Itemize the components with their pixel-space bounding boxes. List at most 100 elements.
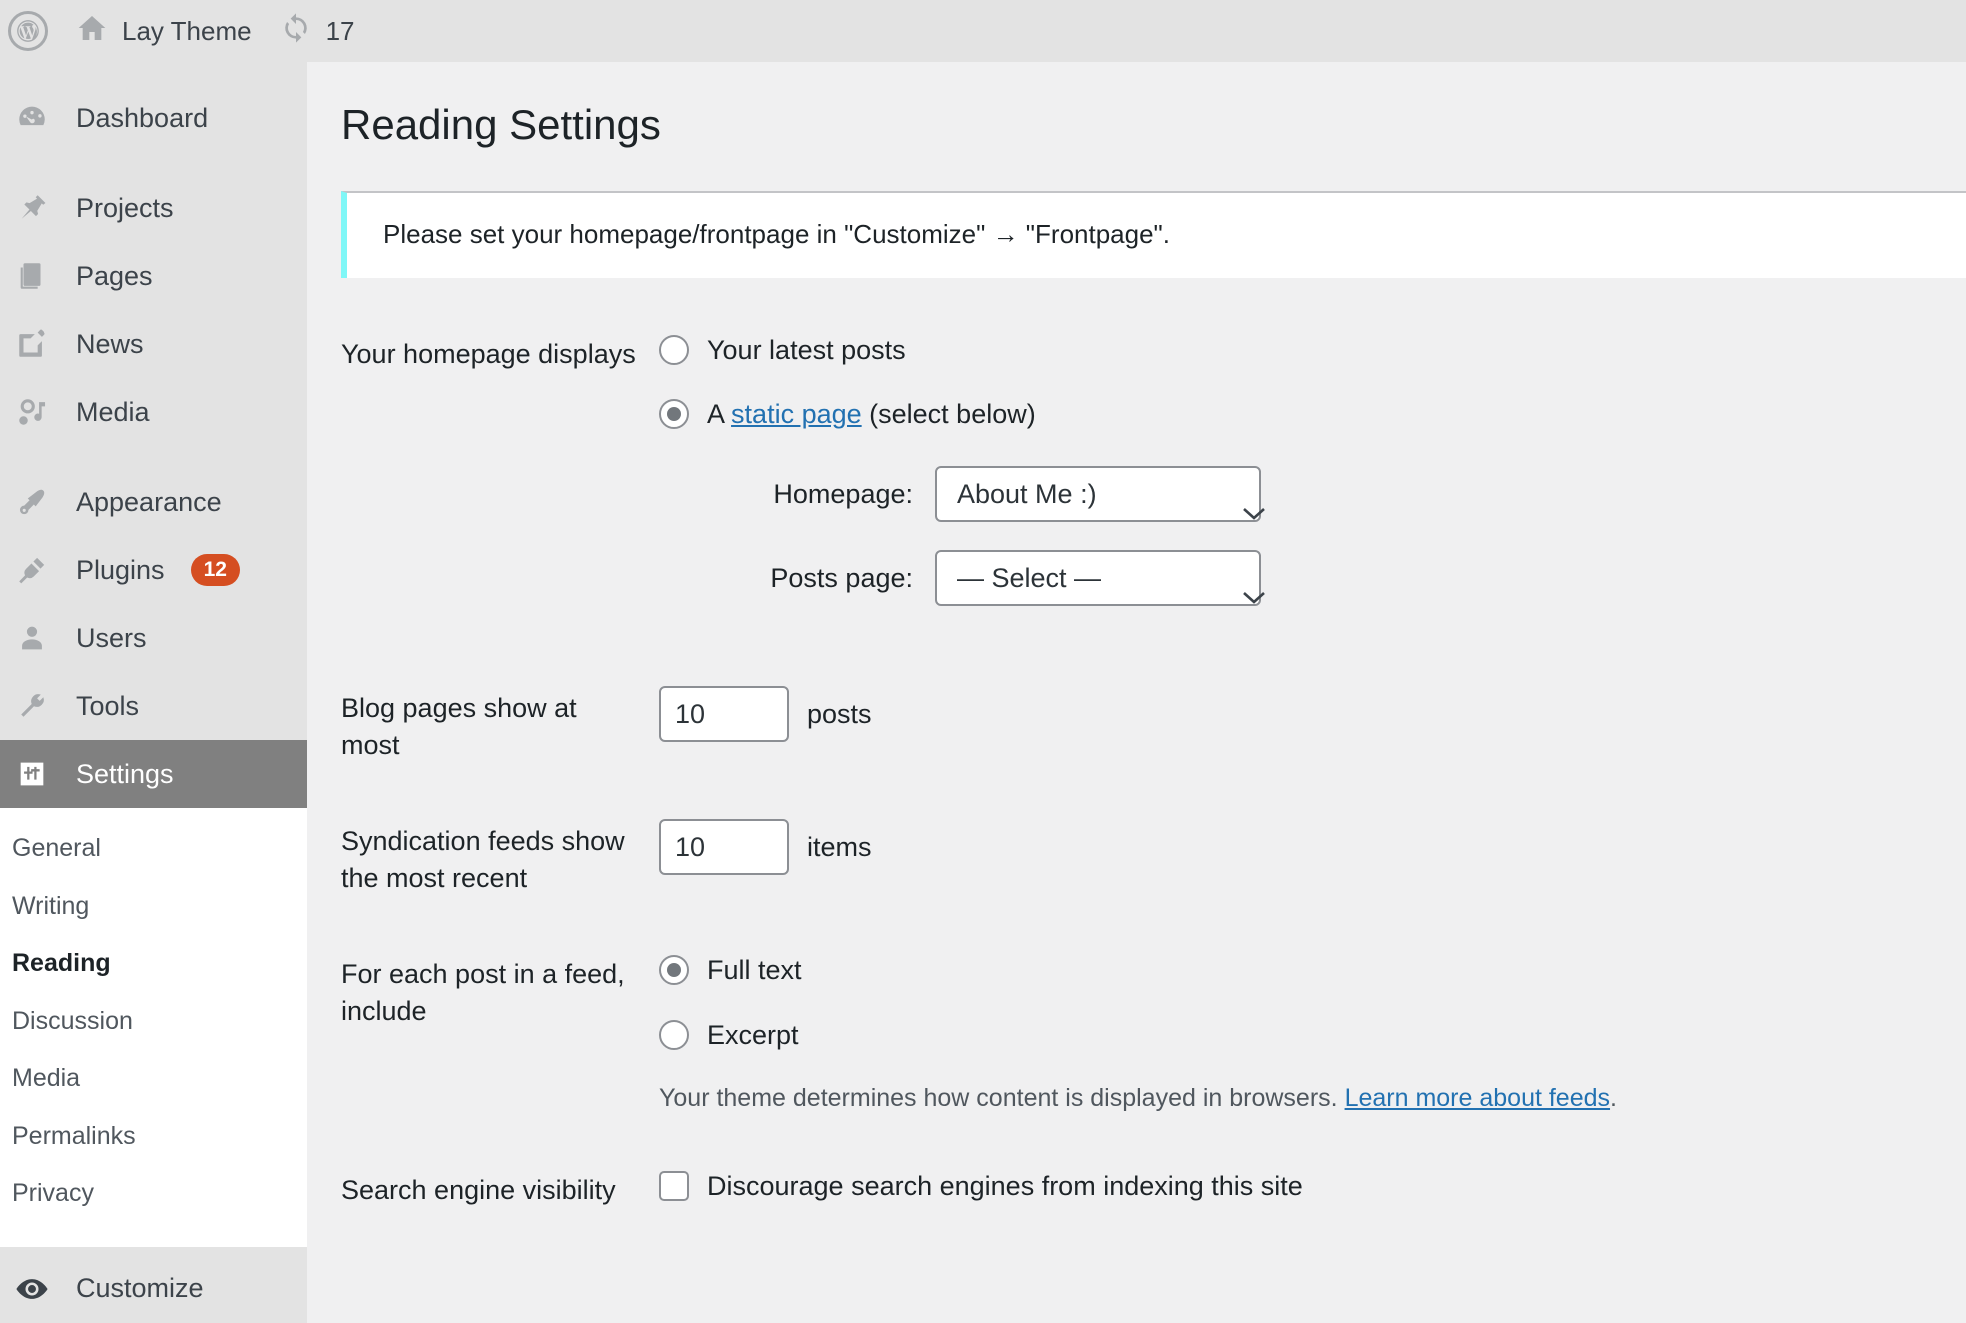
media-icon bbox=[10, 390, 54, 434]
main-content: Reading Settings Please set your homepag… bbox=[307, 62, 1966, 1310]
sidebar-item-label: Media bbox=[76, 396, 150, 427]
user-icon bbox=[10, 616, 54, 660]
home-icon bbox=[76, 12, 108, 51]
updates-menu[interactable]: 17 bbox=[266, 0, 369, 62]
sidebar-item-label: Pages bbox=[76, 260, 153, 291]
discourage-search-engines-checkbox[interactable] bbox=[659, 1171, 689, 1202]
menu-spacer-2 bbox=[0, 446, 307, 468]
updates-icon bbox=[280, 12, 312, 51]
brush-icon bbox=[10, 480, 54, 524]
posts-page-select[interactable]: — Select — bbox=[935, 550, 1265, 607]
submenu-item-discussion[interactable]: Discussion bbox=[0, 993, 307, 1051]
site-name-label: Lay Theme bbox=[122, 15, 252, 46]
homepage-select[interactable]: About Me :) bbox=[935, 466, 1265, 523]
syndication-input[interactable] bbox=[659, 819, 789, 876]
admin-sidebar: Dashboard Projects Pages News Media Appe… bbox=[0, 62, 307, 1323]
settings-submenu: General Writing Reading Discussion Media… bbox=[0, 808, 307, 1247]
pin-icon bbox=[10, 186, 54, 230]
submenu-item-reading[interactable]: Reading bbox=[0, 935, 307, 993]
sidebar-item-label: Plugins bbox=[76, 554, 165, 585]
sidebar-item-dashboard[interactable]: Dashboard bbox=[0, 84, 307, 152]
syndication-control: items bbox=[659, 819, 1956, 876]
sidebar-item-label: Appearance bbox=[76, 486, 222, 517]
sidebar-item-settings[interactable]: Settings bbox=[0, 740, 307, 808]
sidebar-item-projects[interactable]: Projects bbox=[0, 174, 307, 242]
radio-row-static-page[interactable]: A static page (select below) bbox=[659, 396, 1956, 432]
sidebar-item-label: Users bbox=[76, 622, 147, 653]
plug-icon bbox=[10, 548, 54, 592]
sidebar-item-news[interactable]: News bbox=[0, 310, 307, 378]
radio-label-static-page: A static page (select below) bbox=[707, 396, 1036, 432]
learn-more-feeds-link[interactable]: Learn more about feeds bbox=[1345, 1084, 1610, 1112]
static-page-selects: Homepage: About Me :) Posts page: — Sele… bbox=[659, 466, 1956, 607]
feed-helper-suffix: . bbox=[1610, 1084, 1617, 1113]
wordpress-logo-icon bbox=[8, 11, 48, 51]
radio-row-excerpt[interactable]: Excerpt bbox=[659, 1017, 1956, 1053]
submenu-item-writing[interactable]: Writing bbox=[0, 878, 307, 936]
radio-latest-posts[interactable] bbox=[659, 334, 689, 365]
sidebar-item-label: Dashboard bbox=[76, 102, 209, 133]
submenu-item-general[interactable]: General bbox=[0, 820, 307, 878]
row-homepage-select: Homepage: About Me :) bbox=[659, 466, 1956, 523]
menu-spacer-top bbox=[0, 62, 307, 84]
radio-static-page[interactable] bbox=[659, 399, 689, 430]
menu-spacer-1 bbox=[0, 152, 307, 174]
radio-label-full-text: Full text bbox=[707, 955, 802, 986]
radio-row-latest-posts[interactable]: Your latest posts bbox=[659, 332, 1956, 368]
submenu-item-privacy[interactable]: Privacy bbox=[0, 1165, 307, 1223]
reading-settings-form: Your homepage displays Your latest posts… bbox=[307, 306, 1966, 1239]
site-name-menu[interactable]: Lay Theme bbox=[62, 0, 266, 62]
plugins-update-badge: 12 bbox=[190, 553, 240, 587]
frontpage-notice: Please set your homepage/frontpage in "C… bbox=[341, 190, 1966, 278]
label-homepage-select: Homepage: bbox=[773, 479, 913, 510]
sidebar-item-label: News bbox=[76, 328, 144, 359]
dashboard-icon bbox=[10, 96, 54, 140]
row-feed-include: For each post in a feed, include Full te… bbox=[307, 926, 1966, 1142]
sidebar-item-plugins[interactable]: Plugins 12 bbox=[0, 536, 307, 604]
customize-section: Customize bbox=[0, 1246, 307, 1323]
radio-label-excerpt: Excerpt bbox=[707, 1019, 799, 1050]
static-page-suffix: (select below) bbox=[869, 399, 1036, 430]
admin-bar: Lay Theme 17 bbox=[0, 0, 1966, 62]
row-search-visibility: Search engine visibility Discourage sear… bbox=[307, 1142, 1966, 1238]
submenu-item-permalinks[interactable]: Permalinks bbox=[0, 1108, 307, 1166]
submenu-item-media[interactable]: Media bbox=[0, 1050, 307, 1108]
sidebar-item-tools[interactable]: Tools bbox=[0, 672, 307, 740]
static-page-link[interactable]: static page bbox=[731, 399, 862, 429]
sidebar-item-label: Settings bbox=[76, 758, 174, 789]
checkbox-row-discourage[interactable]: Discourage search engines from indexing … bbox=[659, 1168, 1956, 1204]
feed-helper-prefix: Your theme determines how content is dis… bbox=[659, 1084, 1338, 1113]
sidebar-item-pages[interactable]: Pages bbox=[0, 242, 307, 310]
blog-pages-unit: posts bbox=[807, 699, 872, 730]
row-posts-page-select: Posts page: — Select — bbox=[659, 550, 1956, 607]
row-syndication: Syndication feeds show the most recent i… bbox=[307, 793, 1966, 926]
settings-icon bbox=[10, 752, 54, 796]
feed-helper-text: Your theme determines how content is dis… bbox=[659, 1081, 1956, 1116]
sidebar-item-media[interactable]: Media bbox=[0, 378, 307, 446]
sidebar-item-appearance[interactable]: Appearance bbox=[0, 468, 307, 536]
sidebar-item-label: Tools bbox=[76, 690, 140, 721]
sidebar-item-users[interactable]: Users bbox=[0, 604, 307, 672]
sidebar-item-label: Projects bbox=[76, 192, 174, 223]
eye-icon bbox=[10, 1267, 54, 1311]
label-homepage-displays: Your homepage displays bbox=[341, 338, 636, 369]
posts-page-select-value: — Select — bbox=[957, 563, 1102, 594]
sidebar-item-customize[interactable]: Customize bbox=[0, 1255, 307, 1323]
checkbox-label-discourage: Discourage search engines from indexing … bbox=[707, 1171, 1303, 1202]
radio-row-full-text[interactable]: Full text bbox=[659, 952, 1956, 988]
radio-excerpt[interactable] bbox=[659, 1019, 689, 1050]
pages-icon bbox=[10, 254, 54, 298]
wp-logo-menu[interactable] bbox=[0, 0, 62, 62]
sidebar-item-label: Customize bbox=[76, 1273, 204, 1303]
syndication-unit: items bbox=[807, 832, 872, 863]
label-search-visibility: Search engine visibility bbox=[341, 1175, 616, 1206]
homepage-select-value: About Me :) bbox=[957, 479, 1097, 510]
radio-full-text[interactable] bbox=[659, 955, 689, 986]
blog-pages-input[interactable] bbox=[659, 686, 789, 743]
label-blog-pages: Blog pages show at most bbox=[341, 693, 577, 760]
label-feed-include: For each post in a feed, include bbox=[341, 959, 625, 1026]
row-homepage-displays: Your homepage displays Your latest posts… bbox=[307, 306, 1966, 661]
row-blog-pages: Blog pages show at most posts bbox=[307, 660, 1966, 793]
blog-pages-control: posts bbox=[659, 686, 1956, 743]
static-page-prefix: A bbox=[707, 399, 724, 430]
